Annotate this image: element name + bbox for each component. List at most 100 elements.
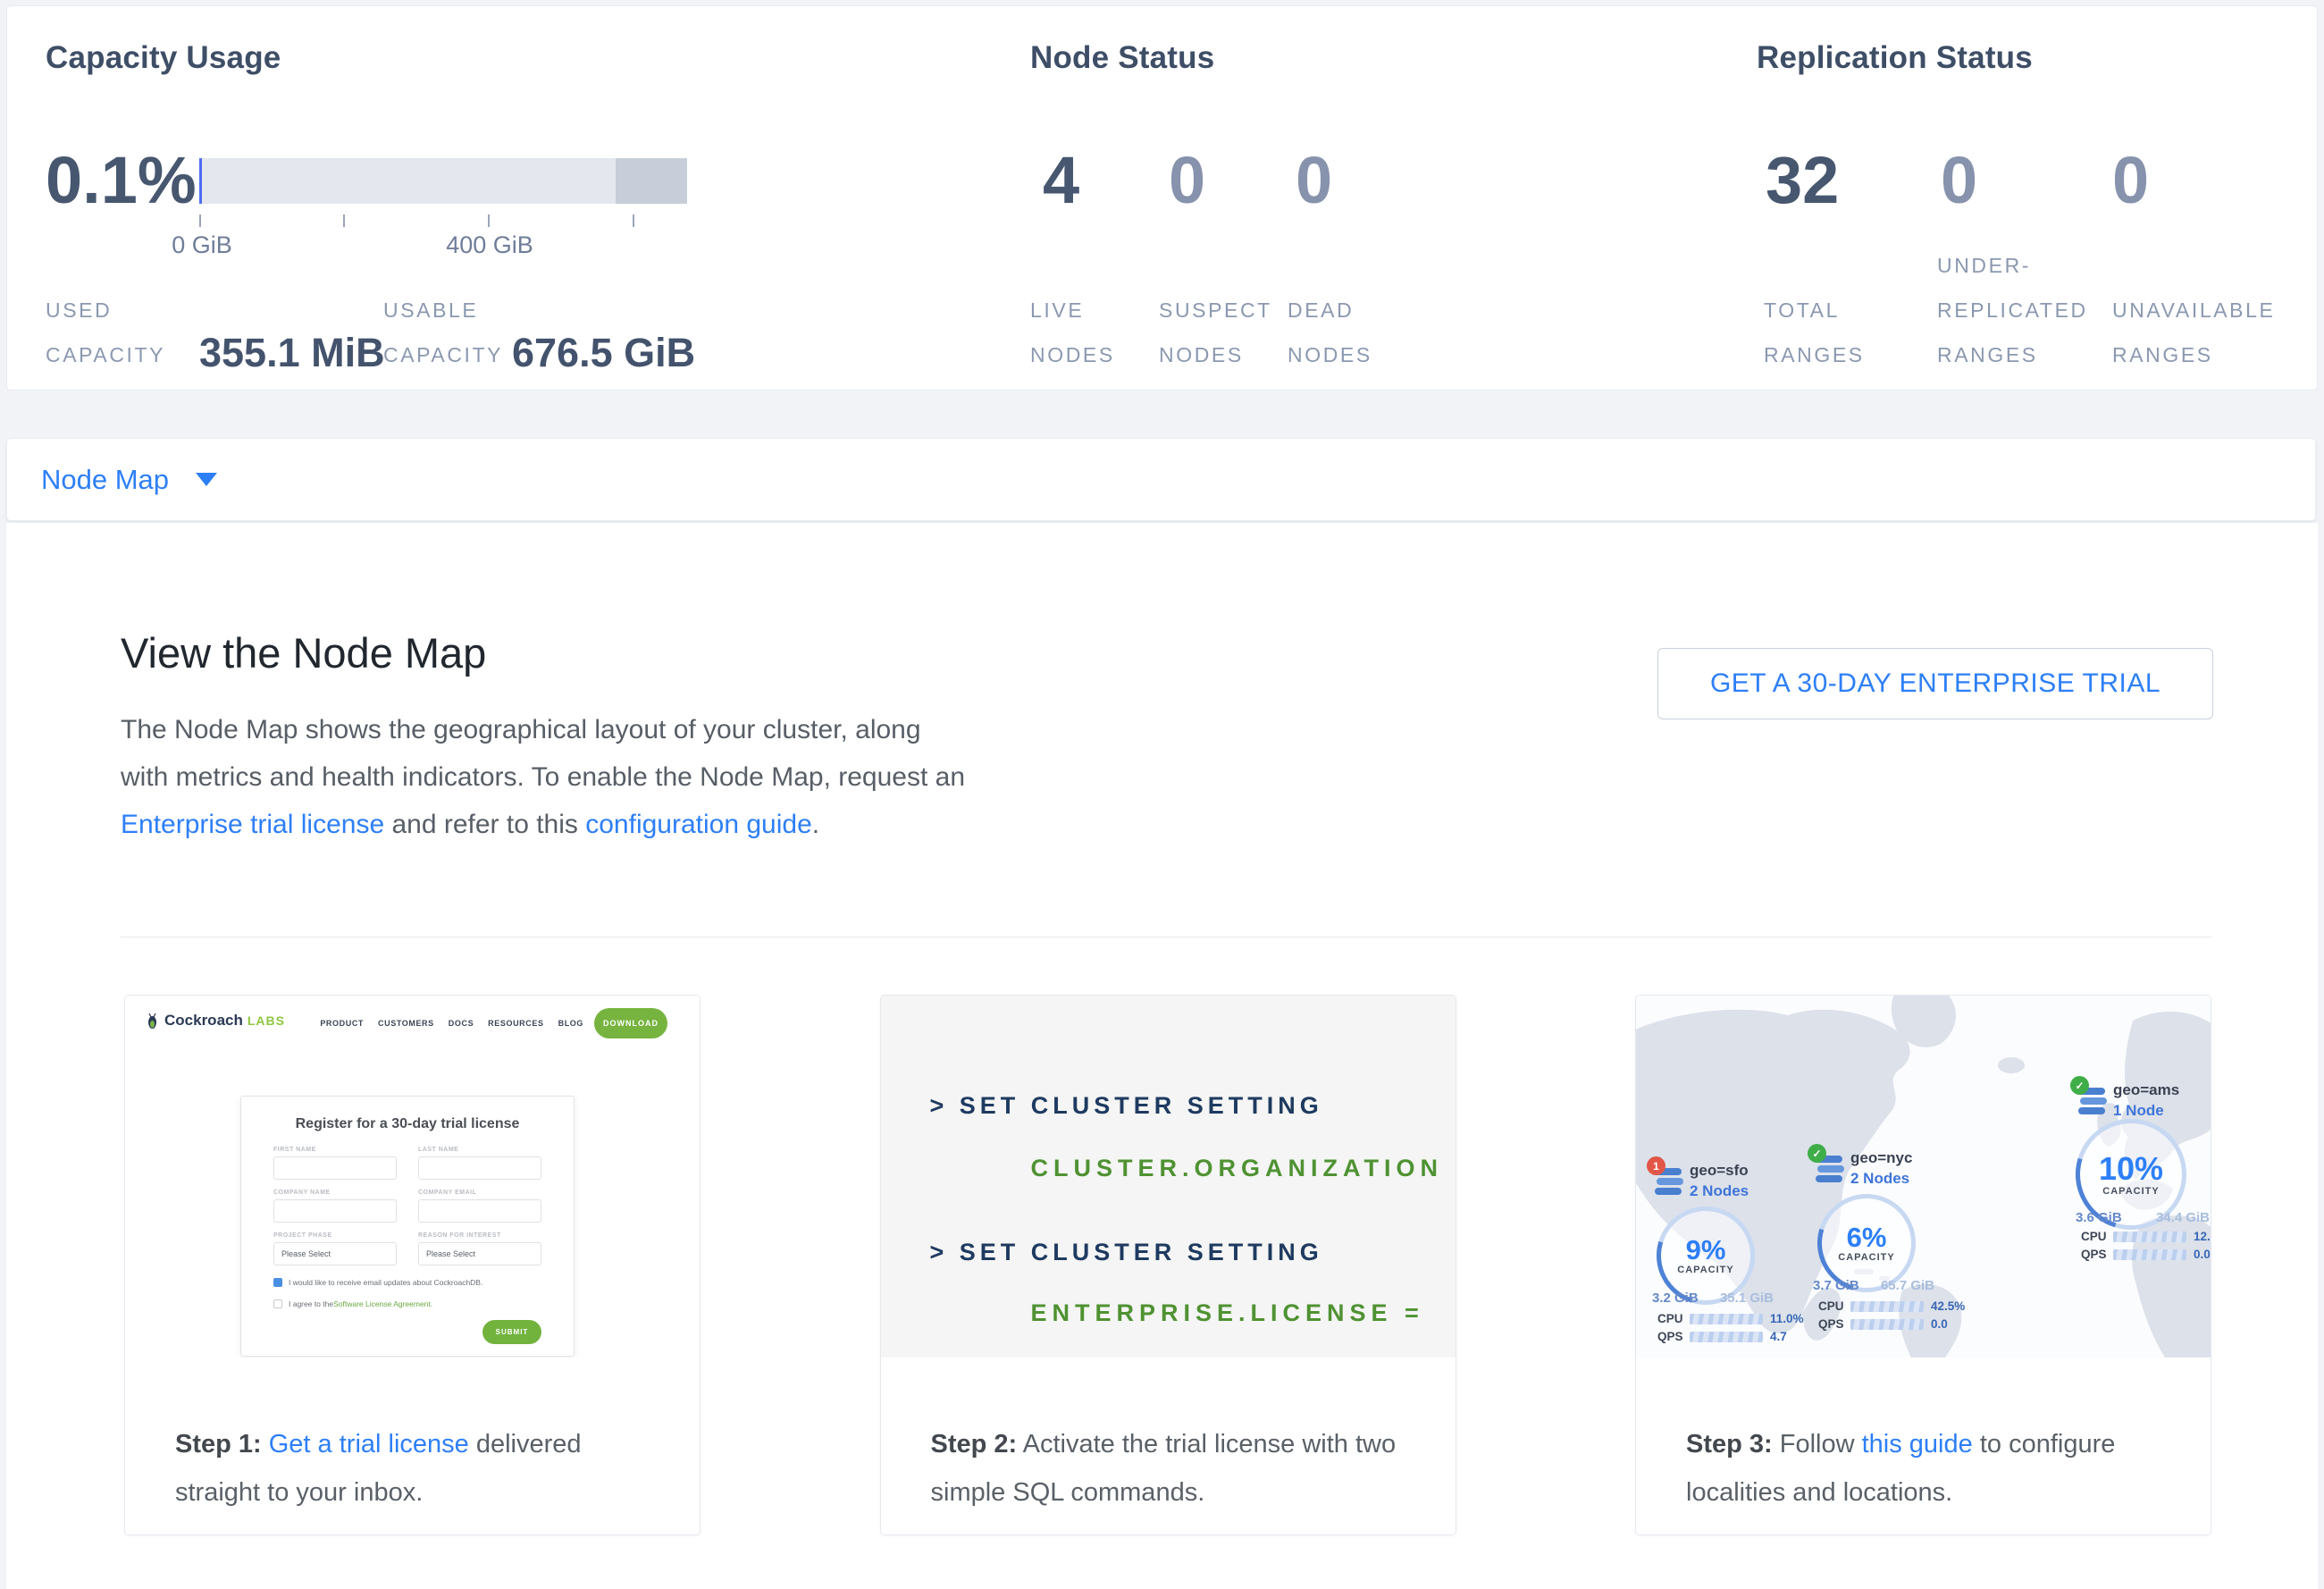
capacity-percent: 9% — [1686, 1236, 1726, 1265]
text-field — [273, 1156, 397, 1180]
healthy-badge-icon: ✓ — [1808, 1144, 1826, 1163]
checkbox-label: I would like to receive email updates ab… — [289, 1278, 482, 1287]
qps-sparkline — [1690, 1332, 1763, 1342]
cpu-label: CPU — [1657, 1312, 1690, 1325]
logo-text: Cockroach — [164, 1012, 243, 1030]
page-title: View the Node Map — [121, 628, 486, 677]
step3-card: 1 geo=sfo 2 Nodes 9% CAPACITY — [1635, 995, 2211, 1535]
axis-tick-label: 400 GiB — [446, 231, 533, 259]
trial-registration-form: Register for a 30-day trial license FIRS… — [240, 1096, 575, 1357]
nav-item: DOCS — [449, 1019, 474, 1028]
capacity-percent: 10% — [2099, 1152, 2163, 1186]
axis-tick-label: 0 GiB — [172, 231, 232, 259]
step1-pre — [262, 1430, 269, 1459]
node-map-description: The Node Map shows the geographical layo… — [121, 706, 969, 848]
logo-suffix: LABS — [248, 1013, 285, 1028]
description-text: and refer to this — [384, 810, 585, 839]
get-trial-license-link[interactable]: Get a trial license — [269, 1430, 469, 1459]
axis-tick — [488, 214, 490, 227]
step2-card: > SET CLUSTER SETTING CLUSTER.ORGANIZATI… — [880, 995, 1456, 1535]
total-gib: 65.7 GiB — [1881, 1278, 1934, 1293]
field-label: COMPANY NAME — [273, 1190, 331, 1196]
cluster-overview-page: Capacity Usage 0.1% 0 GiB 400 GiB USED C… — [0, 0, 2324, 1589]
text-field — [418, 1199, 541, 1223]
cluster-ams: ✓ geo=ams 1 Node 10% CAPACITY — [2070, 1076, 2211, 1268]
enterprise-trial-license-link[interactable]: Enterprise trial license — [121, 810, 384, 839]
text-field — [418, 1156, 541, 1180]
used-gib: 3.7 GiB — [1813, 1278, 1859, 1293]
axis-tick — [199, 214, 201, 227]
cockroach-labs-logo: Cockroach LABS — [147, 1012, 285, 1030]
nav-item: RESOURCES — [488, 1019, 543, 1028]
text-field — [273, 1199, 397, 1223]
total-gib: 35.1 GiB — [1720, 1291, 1774, 1306]
used-gib: 3.2 GiB — [1652, 1291, 1699, 1306]
code-line: > SET CLUSTER SETTING — [930, 1239, 1323, 1266]
code-line: CLUSTER.ORGANIZATION = — [1031, 1155, 1456, 1182]
step1-label: Step 1: — [175, 1430, 262, 1459]
capacity-reserved-segment — [616, 158, 687, 204]
this-guide-link[interactable]: this guide — [1862, 1430, 1973, 1459]
select-field: Please Select — [418, 1242, 541, 1265]
step2-text: Step 2: Activate the trial license with … — [881, 1358, 1456, 1517]
dead-nodes-label: DEAD NODES — [1288, 288, 1395, 377]
field-label: LAST NAME — [418, 1147, 458, 1153]
field-label: REASON FOR INTEREST — [418, 1232, 501, 1239]
code-line: ENTERPRISE.LICENSE = — [1031, 1299, 1424, 1327]
email-updates-checkbox-row: I would like to receive email updates ab… — [273, 1278, 482, 1287]
site-nav: PRODUCT CUSTOMERS DOCS RESOURCES BLOG — [320, 1019, 583, 1028]
used-capacity-label: USED CAPACITY — [46, 288, 172, 377]
capacity-usage-bar — [199, 158, 687, 204]
cpu-sparkline — [2113, 1232, 2186, 1242]
configuration-guide-link[interactable]: configuration guide — [585, 810, 812, 839]
step1-card: Cockroach LABS PRODUCT CUSTOMERS DOCS RE… — [124, 995, 701, 1535]
trial-license-site-thumbnail: Cockroach LABS PRODUCT CUSTOMERS DOCS RE… — [125, 996, 700, 1358]
nav-item: BLOG — [558, 1019, 583, 1028]
node-map-thumbnail: 1 geo=sfo 2 Nodes 9% CAPACITY — [1636, 996, 2211, 1358]
capacity-values: 3.2 GiB 35.1 GiB — [1652, 1291, 1774, 1306]
chevron-down-icon — [196, 473, 217, 486]
select-field: Please Select — [273, 1242, 397, 1265]
step2-label: Step 2: — [931, 1430, 1018, 1459]
qps-row: QPS 0.0 — [2081, 1248, 2211, 1261]
cluster-name: geo=sfo — [1690, 1162, 1749, 1180]
cockroach-icon — [147, 1013, 158, 1030]
cluster-node-count: 2 Nodes — [1690, 1182, 1749, 1200]
suspect-nodes-value: 0 — [1169, 147, 1205, 214]
axis-tick — [343, 214, 345, 227]
cluster-name: geo=ams — [2113, 1081, 2179, 1099]
submit-pill: SUBMIT — [482, 1320, 541, 1344]
cpu-sparkline — [1690, 1314, 1763, 1324]
node-map-promo-section: View the Node Map The Node Map shows the… — [6, 523, 2318, 1589]
license-agreement-link: Software License Agreement. — [333, 1299, 432, 1308]
qps-value: 0.0 — [1931, 1317, 1948, 1331]
suspect-nodes-label: SUSPECT NODES — [1159, 288, 1275, 377]
field-label: COMPANY EMAIL — [418, 1190, 476, 1196]
healthy-badge-icon: ✓ — [2070, 1076, 2089, 1095]
step3-text: Step 3: Follow this guide to configure l… — [1636, 1358, 2211, 1517]
capacity-used-segment — [199, 158, 202, 204]
license-agreement-checkbox-row: I agree to the Software License Agreemen… — [273, 1299, 432, 1308]
checkbox-label: I agree to the — [289, 1299, 333, 1308]
qps-label: QPS — [2081, 1248, 2113, 1261]
step3-label: Step 3: — [1686, 1430, 1773, 1459]
capacity-usage-title: Capacity Usage — [46, 40, 281, 76]
qps-sparkline — [1850, 1319, 1924, 1330]
field-label: FIRST NAME — [273, 1147, 316, 1153]
capacity-values: 3.6 GiB 34.4 GiB — [2076, 1210, 2210, 1225]
qps-value: 4.7 — [1770, 1330, 1787, 1343]
cluster-summary-panel: Capacity Usage 0.1% 0 GiB 400 GiB USED C… — [6, 5, 2318, 391]
node-map-dropdown[interactable]: Node Map — [6, 438, 2316, 521]
cpu-value: 42.5% — [1931, 1299, 1965, 1313]
code-line: > SET CLUSTER SETTING — [930, 1092, 1323, 1120]
get-enterprise-trial-button[interactable]: GET A 30-DAY ENTERPRISE TRIAL — [1657, 648, 2213, 719]
checkbox-checked-icon — [273, 1278, 282, 1287]
capacity-values: 3.7 GiB 65.7 GiB — [1813, 1278, 1934, 1293]
description-text: . — [812, 810, 819, 839]
live-nodes-value: 4 — [1043, 147, 1079, 214]
used-capacity-value: 355.1 MiB — [199, 331, 385, 375]
qps-label: QPS — [1657, 1330, 1690, 1343]
nav-item: PRODUCT — [320, 1019, 364, 1028]
total-ranges-value: 32 — [1766, 147, 1839, 214]
qps-value: 0.0 — [2194, 1248, 2211, 1261]
